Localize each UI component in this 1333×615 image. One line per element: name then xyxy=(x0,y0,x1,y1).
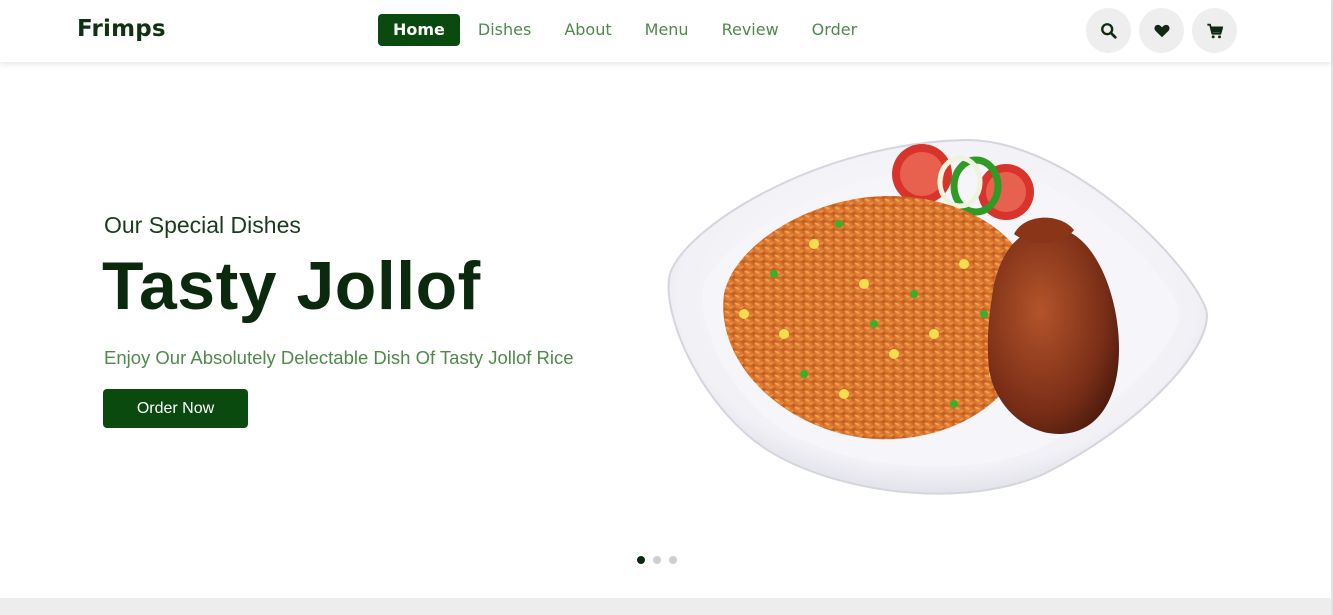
search-button[interactable] xyxy=(1086,8,1131,53)
main-nav: Home Dishes About Menu Review Order xyxy=(378,14,890,46)
slider-dots xyxy=(637,556,677,564)
nav-order[interactable]: Order xyxy=(812,14,857,46)
heart-icon xyxy=(1153,24,1170,37)
search-icon xyxy=(1100,22,1117,39)
site-header: Frimps Home Dishes About Menu Review Ord… xyxy=(0,0,1331,62)
hero-tagline: Enjoy Our Absolutely Delectable Dish Of … xyxy=(104,347,574,368)
header-icons xyxy=(1086,8,1237,53)
hero-subtitle: Our Special Dishes xyxy=(104,212,301,238)
hero-slider: Our Special Dishes Tasty Jollof Enjoy Ou… xyxy=(0,62,1331,598)
order-now-button[interactable]: Order Now xyxy=(103,389,248,428)
nav-about[interactable]: About xyxy=(564,14,611,46)
hero-title: Tasty Jollof xyxy=(102,248,481,324)
next-section-band xyxy=(0,598,1331,615)
nav-home[interactable]: Home xyxy=(378,14,460,46)
slider-dot-1[interactable] xyxy=(637,556,645,564)
slider-dot-3[interactable] xyxy=(669,556,677,564)
logo[interactable]: Frimps xyxy=(77,16,166,42)
nav-dishes[interactable]: Dishes xyxy=(478,14,531,46)
wishlist-button[interactable] xyxy=(1139,8,1184,53)
nav-review[interactable]: Review xyxy=(722,14,779,46)
cart-button[interactable] xyxy=(1192,8,1237,53)
jollof-dish-image xyxy=(667,138,1208,495)
nav-menu[interactable]: Menu xyxy=(645,14,689,46)
slider-dot-2[interactable] xyxy=(653,556,661,564)
cart-icon xyxy=(1206,23,1223,38)
